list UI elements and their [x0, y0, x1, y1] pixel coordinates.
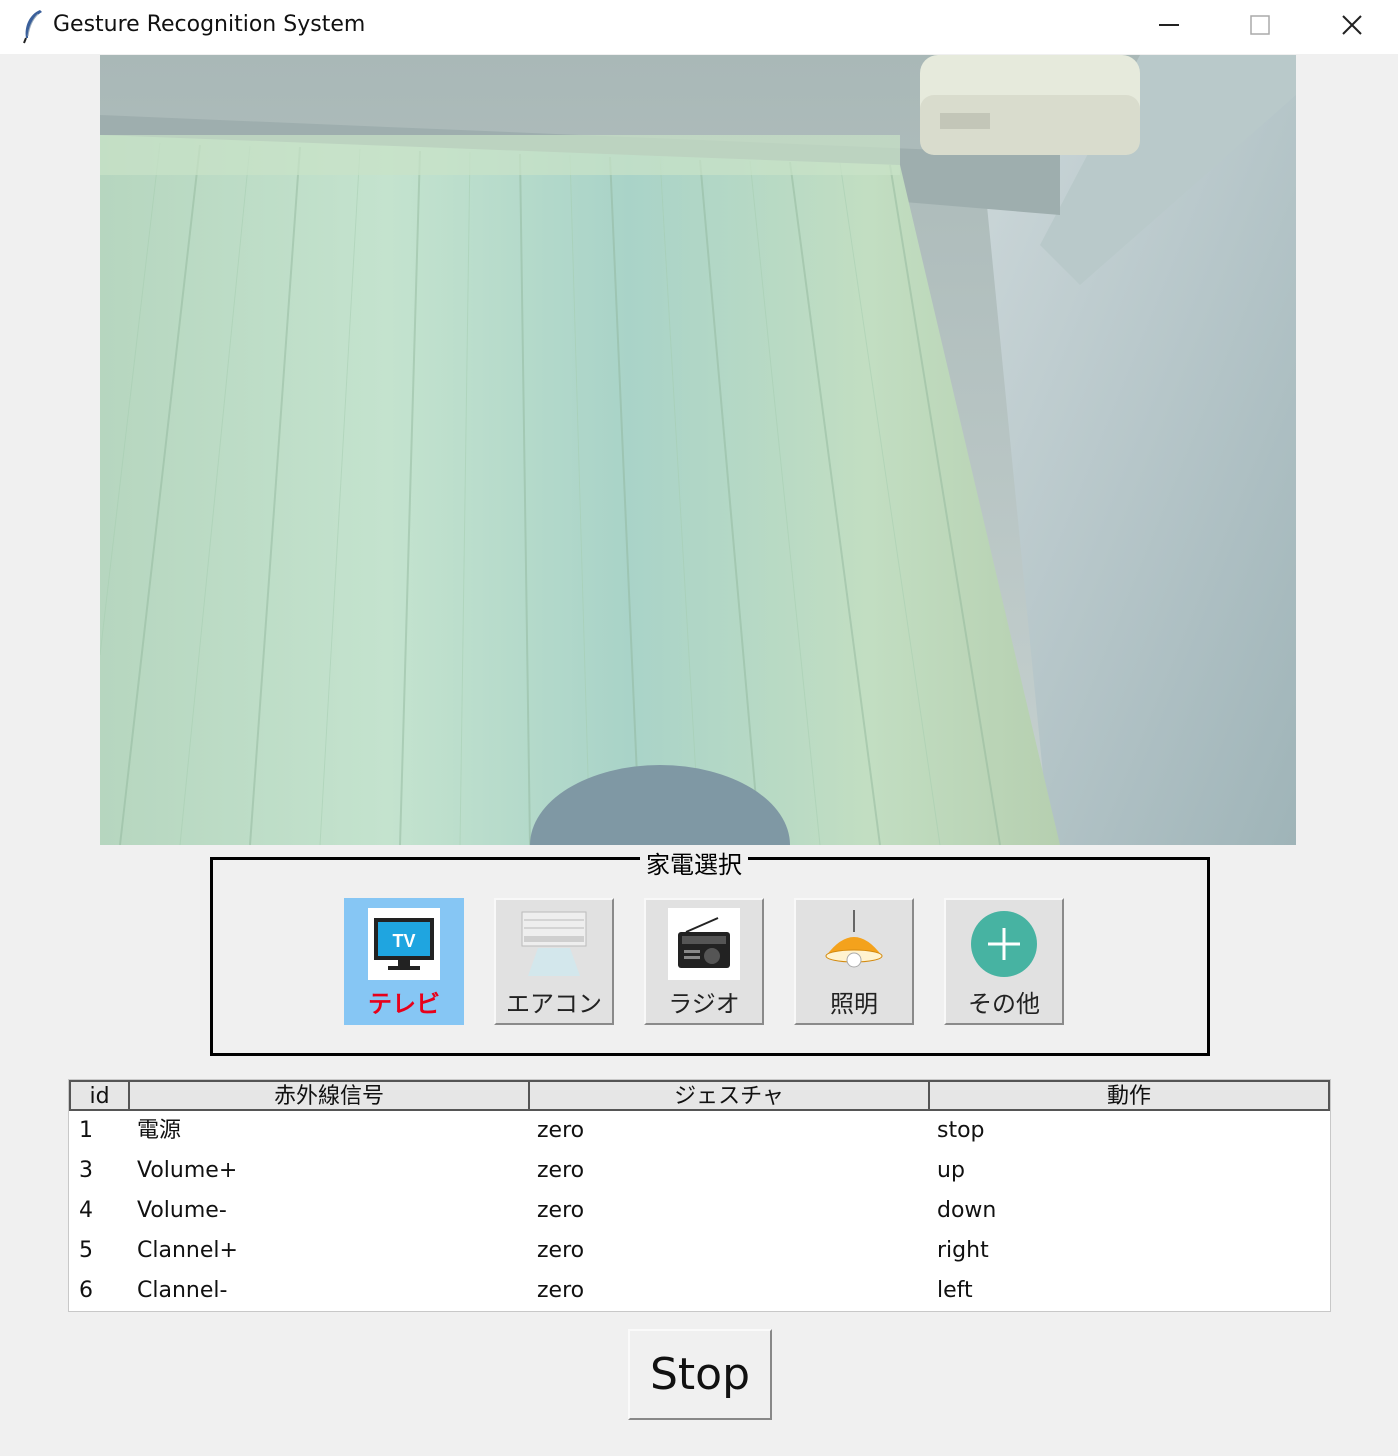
column-header-id[interactable]: id	[71, 1082, 130, 1109]
cell-action: up	[937, 1158, 965, 1183]
cell-id: 4	[79, 1198, 93, 1223]
lamp-label: 照明	[830, 990, 878, 1018]
plus-icon	[971, 911, 1037, 977]
cell-id: 3	[79, 1158, 93, 1183]
cell-signal: 電源	[137, 1118, 182, 1143]
radio-label: ラジオ	[668, 990, 740, 1018]
cell-action: left	[937, 1278, 973, 1303]
svg-text:TV: TV	[392, 931, 415, 951]
window-title: Gesture Recognition System	[53, 12, 366, 37]
air-conditioner-button[interactable]: エアコン	[494, 898, 614, 1025]
feather-icon	[23, 10, 42, 44]
table-row[interactable]: 4 Volume- zero down	[69, 1191, 1330, 1231]
maximize-icon	[1250, 15, 1270, 35]
air-conditioner-icon	[521, 911, 587, 976]
table-row[interactable]: 3 Volume+ zero up	[69, 1151, 1330, 1191]
cell-signal: Volume-	[137, 1198, 227, 1223]
maximize-button[interactable]	[1214, 0, 1306, 50]
tv-button[interactable]: TV テレビ	[344, 898, 464, 1025]
table-row[interactable]: 5 Clannel+ zero right	[69, 1231, 1330, 1271]
minimize-icon	[1159, 24, 1179, 26]
column-header-gesture[interactable]: ジェスチャ	[530, 1082, 930, 1109]
cell-id: 6	[79, 1278, 93, 1303]
table-header: id 赤外線信号 ジェスチャ 動作	[69, 1080, 1330, 1111]
cell-signal: Volume+	[137, 1158, 238, 1183]
radio-button[interactable]: ラジオ	[644, 898, 764, 1025]
cell-gesture: zero	[537, 1238, 585, 1263]
cell-gesture: zero	[537, 1278, 585, 1303]
cell-gesture: zero	[537, 1158, 585, 1183]
table-row[interactable]: 1 電源 zero stop	[69, 1111, 1330, 1151]
tv-icon: TV	[368, 908, 440, 980]
other-button[interactable]: その他	[944, 898, 1064, 1025]
other-label: その他	[968, 990, 1040, 1018]
camera-feed	[100, 55, 1296, 845]
gesture-table: id 赤外線信号 ジェスチャ 動作 1 電源 zero stop 3 Volum…	[68, 1079, 1331, 1312]
close-icon	[1342, 15, 1362, 35]
lamp-icon	[825, 910, 883, 968]
title-bar: Gesture Recognition System	[0, 0, 1398, 54]
table-row[interactable]: 6 Clannel- zero left	[69, 1271, 1330, 1311]
air-conditioner-label: エアコン	[506, 990, 602, 1018]
appliance-group-legend: 家電選択	[640, 847, 748, 883]
column-header-signal[interactable]: 赤外線信号	[130, 1082, 530, 1109]
cell-action: right	[937, 1238, 989, 1263]
tv-label: テレビ	[368, 990, 440, 1018]
cell-signal: Clannel+	[137, 1238, 238, 1263]
cell-signal: Clannel-	[137, 1278, 228, 1303]
stop-button[interactable]: Stop	[628, 1329, 772, 1420]
cell-action: stop	[937, 1118, 985, 1143]
column-header-action[interactable]: 動作	[930, 1082, 1328, 1109]
cell-action: down	[937, 1198, 997, 1223]
lamp-button[interactable]: 照明	[794, 898, 914, 1025]
cell-gesture: zero	[537, 1118, 585, 1143]
cell-gesture: zero	[537, 1198, 585, 1223]
cell-id: 5	[79, 1238, 93, 1263]
cell-id: 1	[79, 1118, 93, 1143]
radio-icon	[668, 908, 740, 980]
minimize-button[interactable]	[1123, 0, 1215, 50]
close-button[interactable]	[1306, 0, 1398, 50]
